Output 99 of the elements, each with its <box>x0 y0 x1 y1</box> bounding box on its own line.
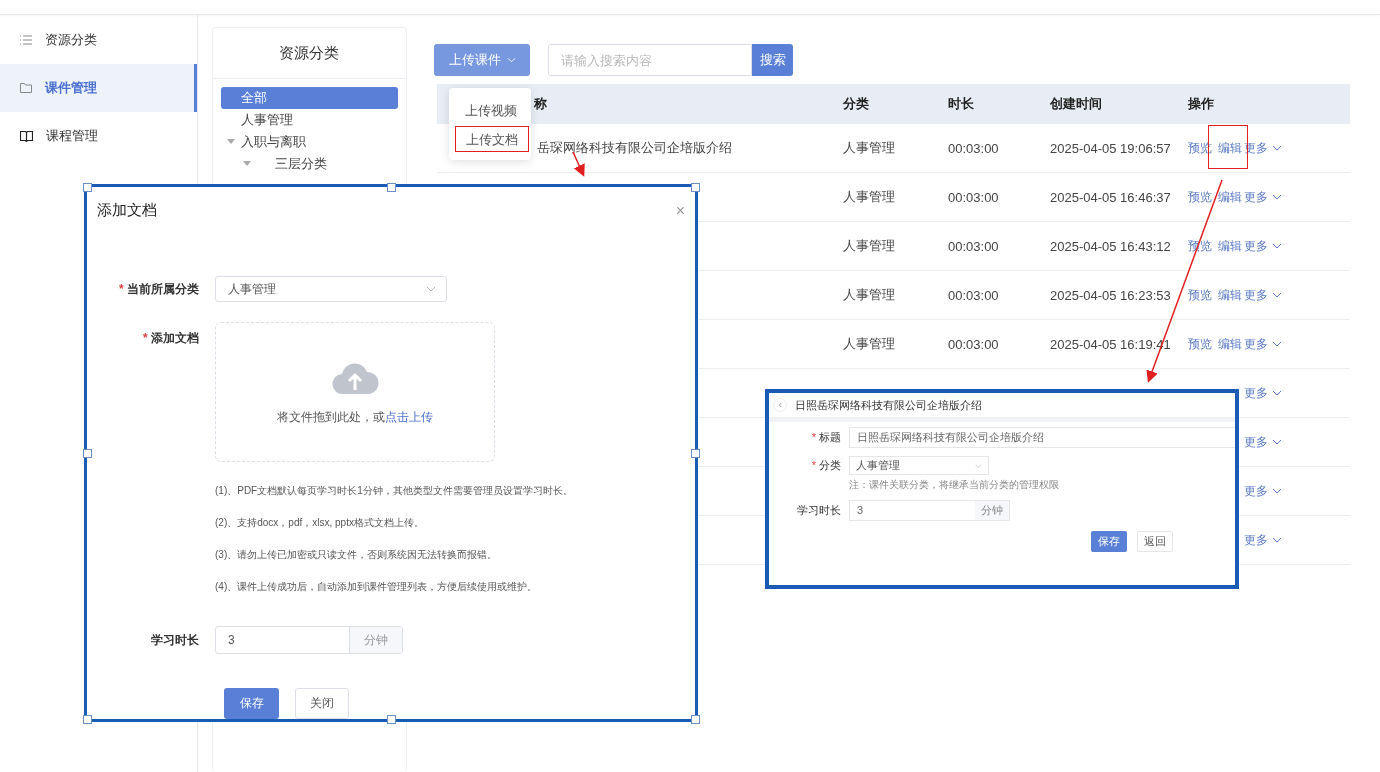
note-text: (4)、课件上传成功后，自动添加到课件管理列表，方便后续使用或维护。 <box>215 580 539 594</box>
caret-icon[interactable] <box>426 286 436 292</box>
table-cell: 00:03:00 <box>948 140 999 156</box>
upload-button[interactable]: 上传课件 <box>434 44 530 76</box>
close-button[interactable]: 关闭 <box>295 688 349 719</box>
back-icon <box>778 402 782 408</box>
column-header: 创建时间 <box>1050 96 1102 111</box>
list-icon <box>20 35 32 45</box>
search-button[interactable]: 搜索 <box>752 44 793 76</box>
upload-hint: 将文件拖到此处，或点击上传 <box>277 409 433 425</box>
resize-handle[interactable] <box>691 449 700 458</box>
menu-item[interactable]: 上传文档 <box>455 126 529 152</box>
table-cell: 00:03:00 <box>948 238 999 254</box>
more-link[interactable]: 更多 <box>1244 237 1268 255</box>
preview-link[interactable]: 预览 <box>1188 287 1212 302</box>
chevron-icon[interactable] <box>1272 194 1282 200</box>
chevron-icon[interactable] <box>1272 537 1282 543</box>
folder-icon <box>20 83 32 93</box>
resize-handle[interactable] <box>387 715 396 724</box>
table-cell: 人事管理 <box>843 287 895 302</box>
resize-handle[interactable] <box>83 183 92 192</box>
field-label: * 当前所属分类 <box>118 280 200 298</box>
more-link[interactable]: 更多 <box>1244 531 1268 549</box>
table-cell: 人事管理 <box>843 238 895 253</box>
back-button[interactable]: 返回 <box>1137 531 1173 552</box>
chevron-icon[interactable] <box>1272 488 1282 494</box>
edit-link[interactable]: 编辑 <box>1218 336 1242 351</box>
sidebar-item[interactable]: 资源分类 <box>0 16 197 64</box>
close-icon[interactable]: × <box>675 201 685 220</box>
table-cell: 2025-04-05 16:43:12 <box>1050 238 1171 254</box>
table-cell: 00:03:00 <box>948 336 999 352</box>
table-cell: 2025-04-05 16:46:37 <box>1050 189 1171 205</box>
panel-title: 资源分类 <box>212 28 406 79</box>
field-label: * 标题 <box>810 430 842 445</box>
resize-handle[interactable] <box>387 183 396 192</box>
column-header: 操作 <box>1188 96 1214 111</box>
dialog-title: 添加文档 <box>97 201 157 220</box>
category-select[interactable]: 人事管理 <box>849 456 989 475</box>
upload-link[interactable]: 点击上传 <box>385 410 433 423</box>
more-link[interactable]: 更多 <box>1244 384 1268 402</box>
note-text: (3)、请勿上传已加密或只读文件，否则系统因无法转换而报错。 <box>215 548 499 562</box>
more-link[interactable]: 更多 <box>1244 286 1268 304</box>
table-cell: 岳琛网络科技有限公司企培版介绍 <box>537 140 732 155</box>
duration-field[interactable]: 3 分钟 <box>849 500 1010 521</box>
more-link[interactable]: 更多 <box>1244 433 1268 451</box>
tree-item[interactable]: 全部 <box>220 87 398 109</box>
table-cell: 00:03:00 <box>948 189 999 205</box>
tree-item[interactable]: 三层分类 <box>274 153 327 175</box>
hint-text: 注：课件关联分类，将继承当前分类的管理权限 <box>849 478 1060 492</box>
edit-link[interactable]: 编辑 <box>1218 140 1242 155</box>
resize-handle[interactable] <box>83 449 92 458</box>
more-link[interactable]: 更多 <box>1244 188 1268 206</box>
resize-handle[interactable] <box>691 183 700 192</box>
chevron-icon[interactable] <box>1272 390 1282 396</box>
chevron-icon[interactable] <box>1272 439 1282 445</box>
chevron-icon[interactable] <box>1272 341 1282 347</box>
resize-handle[interactable] <box>691 715 700 724</box>
table-cell: 2025-04-05 19:06:57 <box>1050 140 1171 156</box>
search-field[interactable]: 请输入搜索内容 <box>548 44 752 76</box>
caret-icon[interactable] <box>242 161 251 167</box>
chevron-icon[interactable] <box>1272 243 1282 249</box>
table-cell: 00:03:00 <box>948 287 999 303</box>
duration-field[interactable]: 3 分钟 <box>215 626 403 654</box>
field-label: * 添加文档 <box>142 330 200 347</box>
chevron-icon[interactable] <box>1272 292 1282 298</box>
more-link[interactable]: 更多 <box>1244 335 1268 353</box>
tree-item[interactable]: 人事管理 <box>220 109 398 131</box>
table-cell: 人事管理 <box>843 336 895 351</box>
note-text: (1)、PDF文档默认每页学习时长1分钟，其他类型文件需要管理员设置学习时长。 <box>215 484 574 498</box>
field-label: 学习时长 <box>150 631 200 649</box>
save-button[interactable]: 保存 <box>1091 531 1127 552</box>
edit-link[interactable]: 编辑 <box>1218 189 1242 204</box>
chevron-icon[interactable] <box>1272 145 1282 151</box>
field-label: * 分类 <box>810 458 842 473</box>
upload-area[interactable]: 将文件拖到此处，或点击上传 <box>215 322 495 462</box>
column-header: 时长 <box>948 96 974 111</box>
table-cell: 人事管理 <box>843 189 895 204</box>
column-header: 分类 <box>843 96 869 111</box>
edit-link[interactable]: 编辑 <box>1218 287 1242 302</box>
caret-icon[interactable] <box>226 139 235 145</box>
page-title: 日照岳琛网络科技有限公司企培版介绍 <box>795 397 982 413</box>
title-field[interactable]: 日照岳琛网络科技有限公司企培版介绍 <box>849 427 1235 448</box>
table-cell: 2025-04-05 16:23:53 <box>1050 287 1171 303</box>
tree-item[interactable]: 入职与离职 <box>240 131 306 153</box>
category-select[interactable]: 人事管理 <box>215 276 447 302</box>
save-button[interactable]: 保存 <box>224 688 279 719</box>
more-link[interactable]: 更多 <box>1244 482 1268 500</box>
sidebar-item[interactable]: 课件管理 <box>0 64 197 112</box>
note-text: (2)、支持docx，pdf，xlsx, pptx格式文档上传。 <box>215 516 425 530</box>
menu-item[interactable]: 上传视频 <box>449 96 531 126</box>
preview-link[interactable]: 预览 <box>1188 189 1212 204</box>
resize-handle[interactable] <box>83 715 92 724</box>
edit-link[interactable]: 编辑 <box>1218 238 1242 253</box>
column-header: 称 <box>534 96 547 111</box>
preview-link[interactable]: 预览 <box>1188 336 1212 351</box>
book-icon <box>20 130 33 142</box>
table-cell: 人事管理 <box>843 140 895 155</box>
sidebar-item[interactable]: 课程管理 <box>0 112 197 160</box>
field-label: 学习时长 <box>796 503 842 518</box>
